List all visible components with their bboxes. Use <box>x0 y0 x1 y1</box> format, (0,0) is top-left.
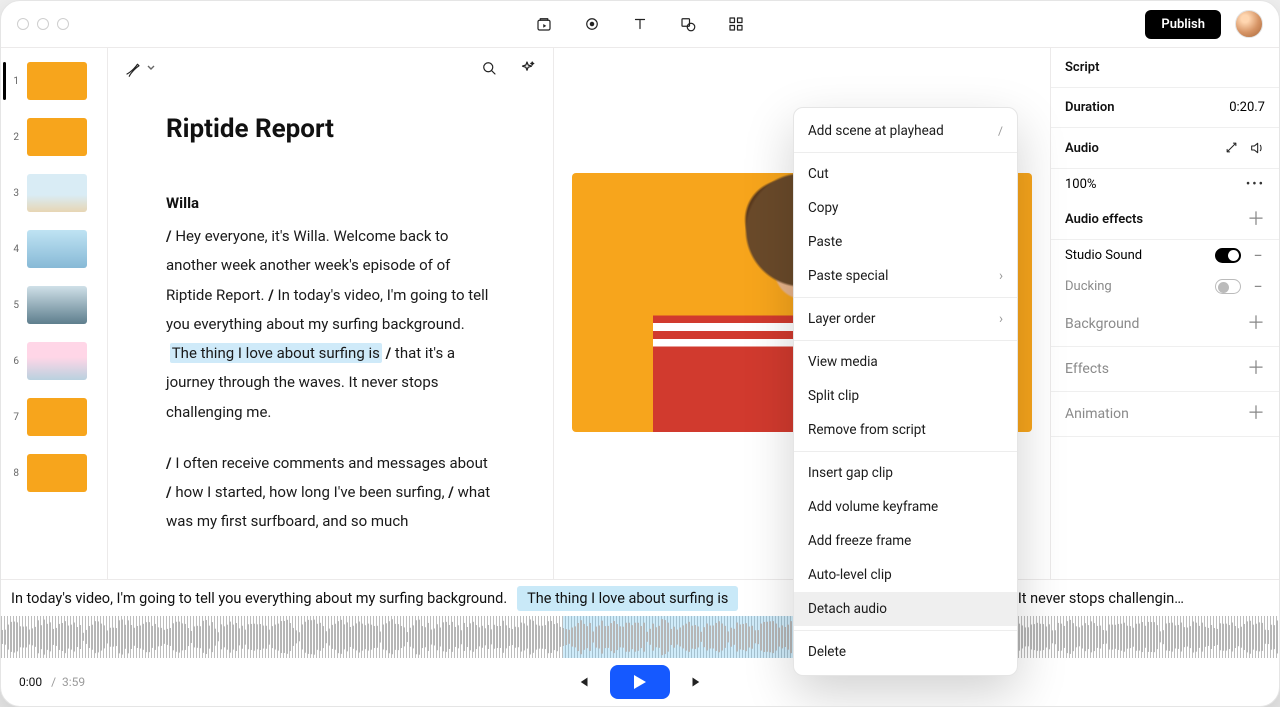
highlighted-range[interactable]: The thing I love about surfing is <box>170 343 382 363</box>
text-icon[interactable] <box>630 14 650 34</box>
ducking-toggle[interactable] <box>1215 279 1241 294</box>
ctx-delete[interactable]: Delete <box>794 635 1017 669</box>
traffic-close[interactable] <box>17 18 29 30</box>
sparkle-icon[interactable] <box>517 58 537 78</box>
scene-thumb-8[interactable]: 8 <box>1 450 107 496</box>
window-controls <box>17 18 69 30</box>
ctx-cut[interactable]: Cut <box>794 157 1017 191</box>
playhead-time: 0:00 / 3:59 <box>19 675 85 689</box>
script-toolbar <box>108 48 553 88</box>
document-title: Riptide Report <box>166 114 495 144</box>
media-library-icon[interactable] <box>534 14 554 34</box>
user-avatar[interactable] <box>1235 10 1263 38</box>
skip-forward-button[interactable] <box>688 673 706 691</box>
speaker-name: Willa <box>166 194 495 212</box>
traffic-max[interactable] <box>57 18 69 30</box>
duration-value: 0:20.7 <box>1229 100 1265 115</box>
transcript-paragraph-2[interactable]: / I often receive comments and messages … <box>166 449 495 537</box>
remove-ducking[interactable]: − <box>1251 280 1265 294</box>
transcript-paragraph-1[interactable]: / Hey everyone, it's Willa. Welcome back… <box>166 222 495 427</box>
pen-tool-dropdown[interactable] <box>124 59 156 77</box>
audio-header: Audio <box>1051 128 1279 169</box>
transport-bar: 0:00 / 3:59 <box>1 658 1279 706</box>
timeline-text-track[interactable]: In today's video, I'm going to tell you … <box>1 580 1279 616</box>
scene-thumb-7[interactable]: 7 <box>1 394 107 440</box>
play-button[interactable] <box>610 665 670 699</box>
remove-studio-sound[interactable]: − <box>1251 249 1265 263</box>
script-document[interactable]: Riptide Report Willa / Hey everyone, it'… <box>108 88 553 579</box>
ctx-volume-keyframe[interactable]: Add volume keyframe <box>794 490 1017 524</box>
audio-level-row[interactable]: 100% ••• <box>1051 169 1279 200</box>
scene-thumbnails: 1 2 3 4 5 6 7 8 <box>1 48 108 579</box>
skip-back-button[interactable] <box>574 673 592 691</box>
scene-thumb-3[interactable]: 3 <box>1 170 107 216</box>
scene-thumb-1[interactable]: 1 <box>1 58 107 104</box>
pen-icon <box>124 59 142 77</box>
properties-panel: Script Duration 0:20.7 Audio 100% ••• Au… <box>1050 48 1279 579</box>
speaker-icon[interactable] <box>1249 140 1265 156</box>
chevron-down-icon <box>146 63 156 73</box>
scene-thumb-2[interactable]: 2 <box>1 114 107 160</box>
studio-sound-row: Studio Sound − <box>1051 240 1279 271</box>
duration-row: Duration 0:20.7 <box>1051 88 1279 128</box>
ctx-view-media[interactable]: View media <box>794 345 1017 379</box>
app-window: Publish 1 2 3 4 5 6 7 8 <box>0 0 1280 707</box>
ctx-insert-gap[interactable]: Insert gap clip <box>794 456 1017 490</box>
traffic-min[interactable] <box>37 18 49 30</box>
ctx-paste-special[interactable]: Paste special› <box>794 259 1017 293</box>
script-panel: Riptide Report Willa / Hey everyone, it'… <box>108 48 554 579</box>
ctx-split[interactable]: Split clip <box>794 379 1017 413</box>
props-script-header: Script <box>1065 60 1265 75</box>
timeline-text-before[interactable]: In today's video, I'm going to tell you … <box>1 590 517 607</box>
shapes-icon[interactable] <box>678 14 698 34</box>
context-menu: Add scene at playhead/ Cut Copy Paste Pa… <box>793 107 1018 676</box>
ctx-detach-audio[interactable]: Detach audio <box>794 592 1017 626</box>
studio-sound-toggle[interactable] <box>1215 248 1241 263</box>
scene-thumb-5[interactable]: 5 <box>1 282 107 328</box>
top-toolbar <box>534 1 746 47</box>
background-accordion[interactable]: Background＋ <box>1051 302 1279 347</box>
publish-button[interactable]: Publish <box>1145 10 1221 39</box>
record-icon[interactable] <box>582 14 602 34</box>
timeline-text-selected[interactable]: The thing I love about surfing is <box>517 586 738 611</box>
scene-thumb-6[interactable]: 6 <box>1 338 107 384</box>
waveform[interactable] <box>1 616 1279 658</box>
audio-effects-header: Audio effects ＋ <box>1051 200 1279 240</box>
ctx-add-scene[interactable]: Add scene at playhead/ <box>794 114 1017 148</box>
effects-accordion[interactable]: Effects＋ <box>1051 347 1279 392</box>
ducking-row: Ducking − <box>1051 271 1279 302</box>
timeline: In today's video, I'm going to tell you … <box>1 579 1279 706</box>
ctx-freeze-frame[interactable]: Add freeze frame <box>794 524 1017 558</box>
search-icon[interactable] <box>479 58 499 78</box>
titlebar: Publish <box>1 1 1279 48</box>
apps-icon[interactable] <box>726 14 746 34</box>
scene-thumb-4[interactable]: 4 <box>1 226 107 272</box>
ctx-layer-order[interactable]: Layer order› <box>794 302 1017 336</box>
ctx-auto-level[interactable]: Auto-level clip <box>794 558 1017 592</box>
ctx-copy[interactable]: Copy <box>794 191 1017 225</box>
ctx-remove[interactable]: Remove from script <box>794 413 1017 447</box>
auto-adjust-icon[interactable] <box>1224 140 1239 155</box>
animation-accordion[interactable]: Animation＋ <box>1051 392 1279 437</box>
ctx-paste[interactable]: Paste <box>794 225 1017 259</box>
more-icon[interactable]: ••• <box>1246 177 1265 192</box>
